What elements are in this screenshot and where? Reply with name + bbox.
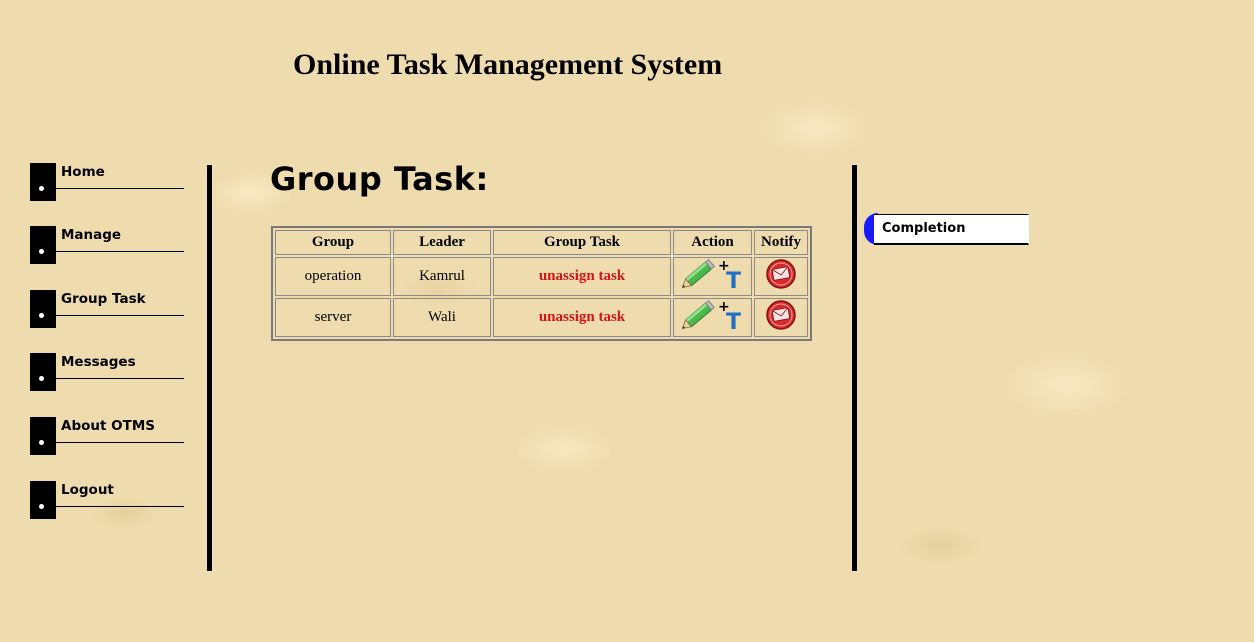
cell-group: operation xyxy=(275,257,391,296)
mail-notify-icon[interactable] xyxy=(765,299,797,336)
nav-item-manage[interactable]: Manage xyxy=(30,226,184,264)
nav-link-logout[interactable]: Logout xyxy=(61,482,114,498)
table-row: operation Kamrul unassign task + T xyxy=(275,257,808,296)
edit-add-task-icon[interactable]: + T xyxy=(681,299,744,336)
mail-notify-icon[interactable] xyxy=(765,258,797,295)
column-header-group: Group xyxy=(275,230,391,255)
nav-item-home[interactable]: Home xyxy=(30,163,184,201)
page-title: Online Task Management System xyxy=(293,48,723,81)
column-header-group-task: Group Task xyxy=(493,230,671,255)
section-heading: Group Task: xyxy=(270,160,489,198)
nav-link-home[interactable]: Home xyxy=(61,164,105,180)
nav-bullet xyxy=(30,417,56,455)
unassign-task-link[interactable]: unassign task xyxy=(539,268,625,284)
column-header-notify: Notify xyxy=(754,230,808,255)
nav-link-messages[interactable]: Messages xyxy=(61,354,136,370)
nav-underline xyxy=(44,251,184,252)
nav-underline xyxy=(44,315,184,316)
nav-underline xyxy=(44,442,184,443)
cell-action: + T xyxy=(673,257,752,296)
nav-bullet xyxy=(30,163,56,201)
nav-item-group-task[interactable]: Group Task xyxy=(30,290,184,328)
nav-underline xyxy=(44,188,184,189)
cell-action: + T xyxy=(673,298,752,337)
nav-underline xyxy=(44,378,184,379)
left-divider xyxy=(207,165,212,571)
edit-add-task-icon[interactable]: + T xyxy=(681,258,744,295)
svg-text:T: T xyxy=(726,310,741,331)
cell-leader: Wali xyxy=(393,298,491,337)
cell-group: server xyxy=(275,298,391,337)
column-header-leader: Leader xyxy=(393,230,491,255)
table-row: server Wali unassign task + T xyxy=(275,298,808,337)
nav-link-about[interactable]: About OTMS xyxy=(61,418,155,434)
cell-notify xyxy=(754,298,808,337)
nav-bullet xyxy=(30,481,56,519)
nav-bullet xyxy=(30,226,56,264)
cell-notify xyxy=(754,257,808,296)
completion-tab[interactable]: Completion xyxy=(864,213,1030,245)
nav-bullet xyxy=(30,353,56,391)
cell-group-task: unassign task xyxy=(493,257,671,296)
nav-item-logout[interactable]: Logout xyxy=(30,481,184,519)
column-header-action: Action xyxy=(673,230,752,255)
nav-item-about[interactable]: About OTMS xyxy=(30,417,184,455)
nav-link-group-task[interactable]: Group Task xyxy=(61,291,146,307)
nav-item-messages[interactable]: Messages xyxy=(30,353,184,391)
unassign-task-link[interactable]: unassign task xyxy=(539,309,625,325)
nav-bullet xyxy=(30,290,56,328)
svg-text:T: T xyxy=(726,269,741,290)
tab-body: Completion xyxy=(874,214,1029,245)
cell-leader: Kamrul xyxy=(393,257,491,296)
nav-underline xyxy=(44,506,184,507)
nav-link-manage[interactable]: Manage xyxy=(61,227,121,243)
group-task-table: Group Leader Group Task Action Notify op… xyxy=(271,226,812,341)
right-divider xyxy=(852,165,857,571)
cell-group-task: unassign task xyxy=(493,298,671,337)
table-header-row: Group Leader Group Task Action Notify xyxy=(275,230,808,255)
completion-tab-label[interactable]: Completion xyxy=(882,221,965,236)
